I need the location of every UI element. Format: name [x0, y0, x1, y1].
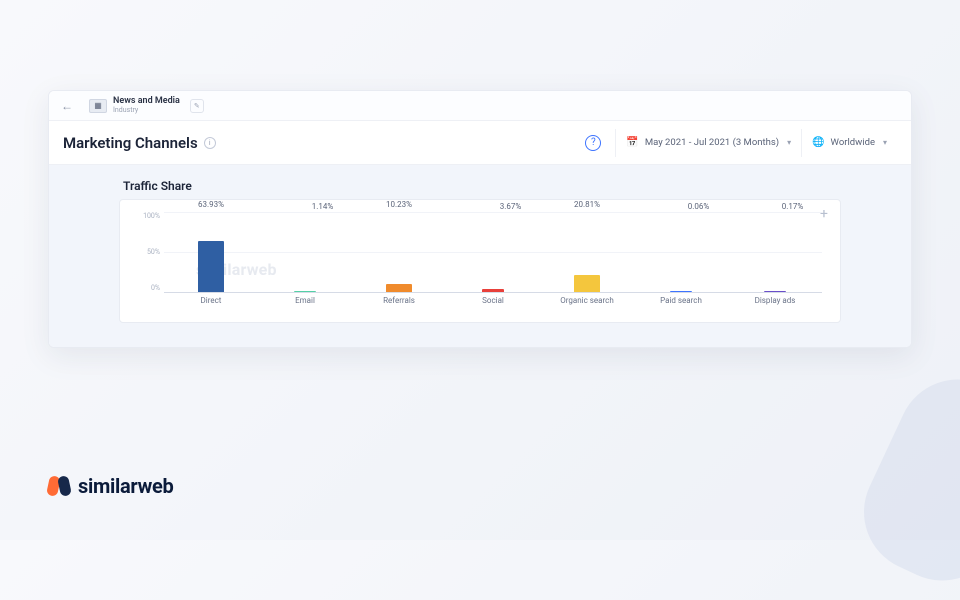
date-range-label: May 2021 - Jul 2021 (3 Months)	[645, 137, 779, 148]
page-title: Marketing Channels	[63, 134, 198, 152]
x-tick-label: Social	[446, 296, 540, 305]
bar-rect	[482, 289, 504, 292]
edit-breadcrumb-button[interactable]: ✎	[190, 99, 204, 113]
region-label: Worldwide	[831, 137, 875, 148]
bar-paid-search[interactable]: 0.06%	[634, 212, 728, 292]
date-range-filter[interactable]: 📅 May 2021 - Jul 2021 (3 Months) ▾	[615, 129, 801, 157]
breadcrumb-subtitle: Industry	[113, 107, 180, 114]
bar-value-label: 63.93%	[198, 200, 224, 209]
y-tick-100: 100%	[138, 212, 160, 220]
chart-title: Traffic Share	[123, 179, 841, 193]
info-icon[interactable]: i	[204, 137, 216, 149]
globe-icon: 🌐	[812, 137, 824, 148]
chevron-down-icon: ▾	[787, 138, 791, 147]
bar-rect	[386, 284, 412, 292]
bar-value-label: 1.14%	[312, 202, 333, 211]
bar-social[interactable]: 3.67%	[446, 212, 540, 292]
bar-organic-search[interactable]: 20.81%	[540, 212, 634, 292]
breadcrumb[interactable]: ▦ News and Media Industry ✎	[89, 97, 204, 114]
x-tick-label: Direct	[164, 296, 258, 305]
x-tick-label: Referrals	[352, 296, 446, 305]
bar-value-label: 3.67%	[500, 202, 521, 211]
bar-rect	[574, 275, 600, 292]
bar-value-label: 10.23%	[386, 200, 412, 209]
bar-rect	[670, 291, 692, 292]
bar-value-label: 0.17%	[782, 202, 803, 211]
bar-rect	[764, 291, 786, 292]
bars-container: 63.93%1.14%10.23%3.67%20.81%0.06%0.17%	[164, 212, 822, 292]
bar-chart: similarweb 100% 50% 0% 63.93%1.14%10.23%…	[164, 212, 822, 312]
bar-display-ads[interactable]: 0.17%	[728, 212, 822, 292]
region-filter[interactable]: 🌐 Worldwide ▾	[801, 129, 897, 157]
chevron-down-icon: ▾	[883, 138, 887, 147]
industry-icon: ▦	[89, 99, 107, 113]
x-axis: DirectEmailReferralsSocialOrganic search…	[164, 296, 822, 305]
y-axis: 100% 50% 0%	[138, 212, 160, 292]
breadcrumb-bar: ← ▦ News and Media Industry ✎	[49, 91, 911, 121]
chart-card: + similarweb 100% 50% 0% 63.93%1.14%10.2…	[119, 199, 841, 323]
panel-body: Traffic Share + similarweb 100% 50% 0% 6…	[49, 165, 911, 347]
bar-direct[interactable]: 63.93%	[164, 212, 258, 292]
x-tick-label: Display ads	[728, 296, 822, 305]
bar-email[interactable]: 1.14%	[258, 212, 352, 292]
x-tick-label: Organic search	[540, 296, 634, 305]
brand-logo: similarweb	[48, 474, 173, 498]
similarweb-icon	[48, 475, 70, 497]
y-tick-50: 50%	[138, 248, 160, 256]
main-panel: ← ▦ News and Media Industry ✎ Marketing …	[48, 90, 912, 348]
bar-rect	[198, 241, 224, 292]
page-header: Marketing Channels i ? 📅 May 2021 - Jul …	[49, 121, 911, 165]
help-button[interactable]: ?	[585, 135, 601, 151]
brand-name: similarweb	[78, 474, 173, 498]
bar-value-label: 20.81%	[574, 200, 600, 209]
y-tick-0: 0%	[138, 284, 160, 292]
baseline	[164, 292, 822, 293]
question-icon: ?	[591, 137, 596, 148]
breadcrumb-text: News and Media Industry	[113, 97, 180, 114]
x-tick-label: Email	[258, 296, 352, 305]
bar-rect	[294, 291, 316, 292]
calendar-icon: 📅	[626, 137, 638, 148]
back-button[interactable]: ←	[57, 96, 77, 116]
x-tick-label: Paid search	[634, 296, 728, 305]
bar-value-label: 0.06%	[688, 202, 709, 211]
bar-referrals[interactable]: 10.23%	[352, 212, 446, 292]
pencil-icon: ✎	[194, 102, 200, 110]
background-decoration	[844, 360, 960, 600]
arrow-left-icon: ←	[61, 99, 73, 113]
